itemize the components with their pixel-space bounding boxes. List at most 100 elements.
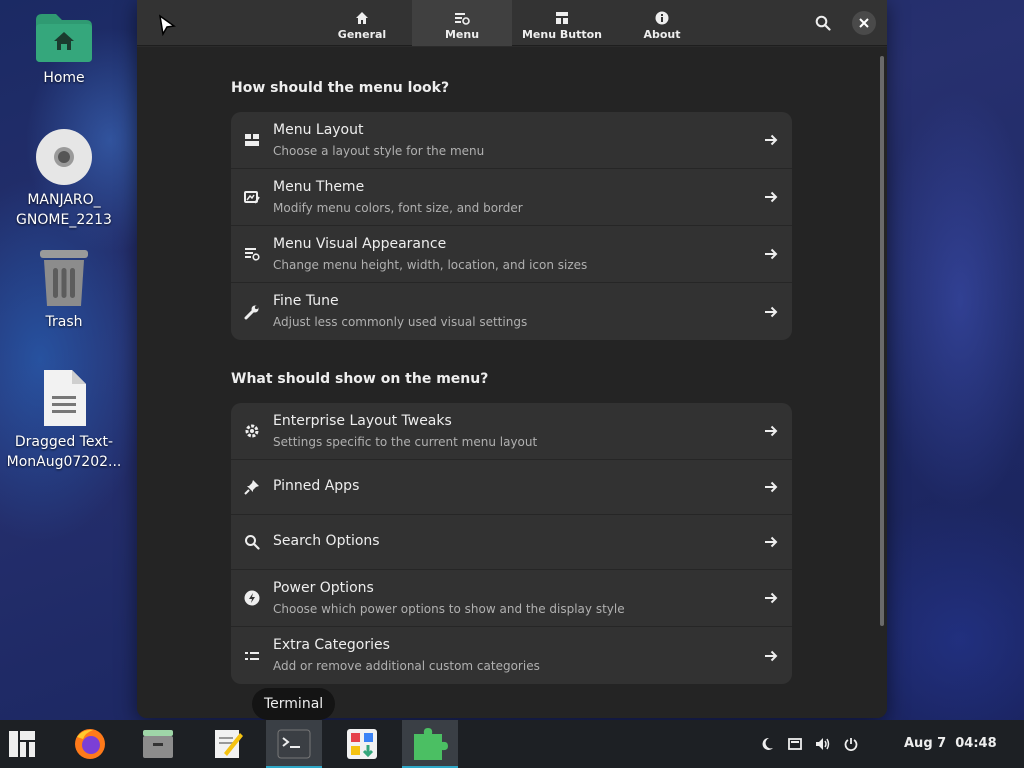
row-enterprise-layout-tweaks[interactable]: Enterprise Layout Tweaks Settings specif… [231, 403, 792, 460]
desktop-icon-disc[interactable]: MANJARO_ GNOME_2213 [0, 128, 128, 230]
taskbar: Aug 7 04:48 [0, 720, 1024, 768]
clock-time: 04:48 [955, 736, 997, 751]
settings-content: How should the menu look? Menu Layout Ch… [137, 47, 887, 718]
row-title: Menu Theme [273, 179, 365, 195]
volume-indicator[interactable] [810, 720, 836, 768]
header-bar: General Menu Menu Button About [137, 0, 887, 46]
taskbar-extensions[interactable] [402, 720, 458, 768]
row-title: Menu Layout [273, 122, 364, 138]
clock-date: Aug 7 [904, 736, 947, 751]
file-manager-icon [143, 730, 173, 758]
search-button[interactable] [811, 12, 835, 34]
row-fine-tune[interactable]: Fine Tune Adjust less commonly used visu… [231, 283, 792, 340]
settings-list-show: Enterprise Layout Tweaks Settings specif… [231, 403, 792, 684]
layout-icon [245, 134, 259, 146]
manjaro-menu-icon [9, 731, 35, 757]
row-subtitle: Change menu height, width, location, and… [273, 258, 588, 272]
row-subtitle: Modify menu colors, font size, and borde… [273, 201, 523, 215]
home-folder-icon [36, 14, 92, 62]
taskbar-text-editor[interactable] [200, 720, 256, 768]
arcmenu-settings-window: General Menu Menu Button About How shoul… [137, 0, 887, 718]
software-icon [347, 729, 377, 759]
power-bolt-icon [244, 590, 260, 606]
section-title-look: How should the menu look? [231, 80, 450, 96]
theme-icon [244, 191, 260, 204]
section-title-show: What should show on the menu? [231, 371, 489, 387]
night-light-indicator[interactable] [754, 720, 780, 768]
tab-menu-button[interactable]: Menu Button [512, 0, 612, 46]
tooltip: Terminal [252, 688, 336, 720]
row-subtitle: Choose a layout style for the menu [273, 144, 485, 158]
desktop-icon-home[interactable]: Home [0, 12, 128, 88]
tab-general[interactable]: General [312, 0, 412, 46]
info-icon [655, 11, 669, 25]
arrow-right-icon [765, 306, 778, 317]
row-title: Extra Categories [273, 637, 390, 653]
search-icon [245, 535, 260, 550]
row-title: Search Options [273, 533, 380, 549]
taskbar-file-manager[interactable] [130, 720, 186, 768]
taskbar-software[interactable] [334, 720, 390, 768]
scrollbar[interactable] [880, 56, 884, 626]
row-menu-layout[interactable]: Menu Layout Choose a layout style for th… [231, 112, 792, 169]
home-icon [356, 12, 368, 24]
arrow-right-icon [765, 592, 778, 604]
tab-label: About [643, 28, 681, 41]
mouse-cursor-icon [158, 14, 176, 36]
desktop-icon-label: Dragged Text- MonAug07202... [6, 434, 122, 470]
appearance-icon [245, 248, 260, 261]
desktop-icon-trash[interactable]: Trash [0, 246, 128, 332]
menu-settings-icon [455, 13, 470, 25]
row-extra-categories[interactable]: Extra Categories Add or remove additiona… [231, 627, 792, 684]
text-editor-icon [215, 730, 243, 758]
arrow-right-icon [765, 425, 778, 437]
menu-button-icon [556, 12, 568, 24]
trash-icon [40, 250, 88, 306]
tab-label: Menu [444, 28, 480, 41]
arrow-right-icon [765, 650, 778, 661]
row-title: Menu Visual Appearance [273, 236, 447, 252]
row-title: Fine Tune [273, 293, 339, 309]
text-file-icon [44, 370, 86, 426]
arrow-right-icon [765, 248, 778, 260]
row-title: Enterprise Layout Tweaks [273, 413, 452, 429]
tab-about[interactable]: About [612, 0, 712, 46]
row-title: Power Options [273, 580, 374, 596]
arrow-right-icon [765, 536, 778, 548]
row-power-options[interactable]: Power Options Choose which power options… [231, 570, 792, 627]
taskbar-manjaro-menu[interactable] [0, 720, 44, 768]
row-search-options[interactable]: Search Options [231, 515, 792, 570]
desktop-icon-text-file[interactable]: Dragged Text- MonAug07202... [0, 368, 128, 472]
extensions-icon [414, 728, 448, 760]
terminal-icon [277, 729, 311, 759]
optical-disc-icon [36, 129, 92, 185]
power-icon [844, 738, 858, 751]
row-menu-visual-appearance[interactable]: Menu Visual Appearance Change menu heigh… [231, 226, 792, 283]
pin-icon [244, 480, 259, 495]
taskbar-firefox[interactable] [62, 720, 118, 768]
gear-icon [245, 424, 259, 438]
row-subtitle: Adjust less commonly used visual setting… [273, 315, 528, 329]
desktop-icon-label: Home [43, 70, 85, 86]
row-subtitle: Add or remove additional custom categori… [273, 659, 540, 673]
arrow-right-icon [765, 134, 778, 146]
taskbar-terminal[interactable] [266, 720, 322, 768]
desktop-icon-label: MANJARO_ GNOME_2213 [16, 192, 112, 228]
close-button[interactable] [852, 11, 876, 35]
power-indicator[interactable] [838, 720, 864, 768]
row-menu-theme[interactable]: Menu Theme Modify menu colors, font size… [231, 169, 792, 226]
close-icon [859, 18, 869, 28]
tab-menu[interactable]: Menu [412, 0, 512, 46]
arrow-right-icon [765, 481, 778, 493]
settings-list-look: Menu Layout Choose a layout style for th… [231, 112, 792, 340]
search-icon [815, 15, 831, 31]
arrow-right-icon [765, 191, 778, 203]
desktop-icon-label: Trash [45, 314, 83, 330]
row-pinned-apps[interactable]: Pinned Apps [231, 460, 792, 515]
clock[interactable]: Aug 7 04:48 [904, 720, 997, 768]
row-title: Pinned Apps [273, 478, 360, 494]
display-icon [788, 738, 802, 750]
screen-indicator[interactable] [782, 720, 808, 768]
categories-icon [245, 651, 259, 660]
row-subtitle: Settings specific to the current menu la… [273, 435, 538, 449]
